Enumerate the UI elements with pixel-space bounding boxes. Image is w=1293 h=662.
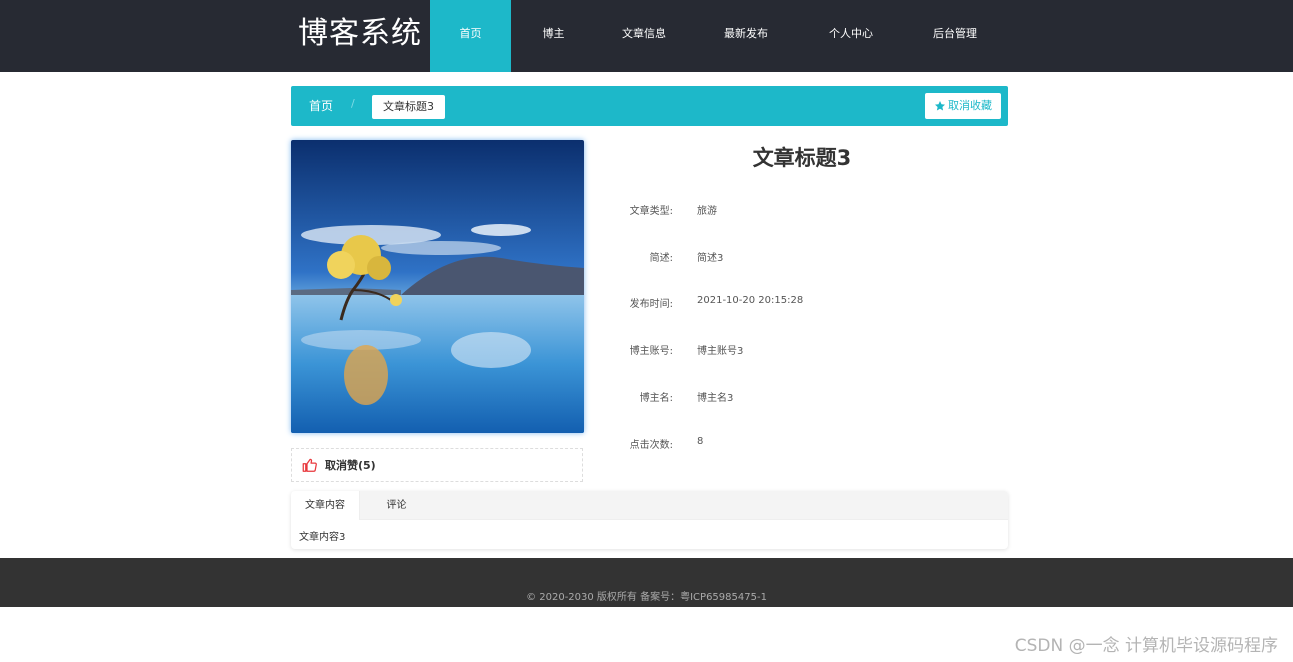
- field-label: 博主账号:: [629, 346, 673, 357]
- field-label: 文章类型:: [629, 206, 673, 217]
- nav-item-articles[interactable]: 文章信息: [596, 0, 692, 72]
- tab-comments[interactable]: 评论: [360, 491, 433, 520]
- article-title: 文章标题3: [752, 146, 852, 170]
- breadcrumb-current: 文章标题3: [372, 95, 445, 119]
- field-publish-time: 发布时间: 2021-10-20 20:15:28: [600, 295, 1020, 315]
- breadcrumb-separator: /: [351, 97, 355, 110]
- field-summary: 简述: 简述3: [600, 249, 1020, 269]
- unfavorite-button[interactable]: 取消收藏: [925, 93, 1001, 119]
- unfavorite-label: 取消收藏: [948, 99, 992, 112]
- breadcrumb: 首页 / 文章标题3 取消收藏: [291, 86, 1008, 126]
- watermark: CSDN @一念 计算机毕设源码程序: [1014, 636, 1278, 656]
- field-label: 简述:: [649, 253, 673, 264]
- main-nav: 首页 博主 文章信息 最新发布 个人中心 后台管理: [430, 0, 1008, 72]
- article-tabs: 文章内容 评论 文章内容3: [291, 491, 1008, 549]
- unlike-label: 取消赞(5): [325, 459, 376, 472]
- unlike-button[interactable]: 取消赞(5): [291, 448, 583, 482]
- footer-copyright: © 2020-2030 版权所有 备案号：粤ICP65985475-1: [526, 592, 767, 603]
- site-logo[interactable]: 博客系统: [298, 14, 422, 54]
- top-navbar: 博客系统 首页 博主 文章信息 最新发布 个人中心 后台管理: [0, 0, 1293, 72]
- nav-item-home[interactable]: 首页: [430, 0, 511, 72]
- field-label: 点击次数:: [629, 440, 673, 451]
- nav-item-latest[interactable]: 最新发布: [692, 0, 800, 72]
- field-click-count: 点击次数: 8: [600, 436, 1020, 456]
- field-value: 2021-10-20 20:15:28: [697, 295, 804, 306]
- field-value: 博主名3: [697, 393, 734, 404]
- field-value: 旅游: [697, 206, 717, 217]
- field-blogger-name: 博主名: 博主名3: [600, 389, 1020, 409]
- field-blogger-account: 博主账号: 博主账号3: [600, 342, 1020, 362]
- thumbs-up-icon: [302, 458, 317, 472]
- field-value: 博主账号3: [697, 346, 744, 357]
- field-value: 简述3: [697, 253, 724, 264]
- tab-header: 文章内容 评论: [291, 491, 1008, 520]
- article-image: [291, 140, 584, 433]
- field-article-type: 文章类型: 旅游: [600, 202, 1020, 222]
- field-label: 博主名:: [639, 393, 673, 404]
- nav-item-profile[interactable]: 个人中心: [800, 0, 902, 72]
- tab-content: 文章内容3: [299, 532, 346, 543]
- field-value: 8: [697, 436, 704, 447]
- breadcrumb-home-link[interactable]: 首页: [309, 97, 333, 114]
- star-icon: [935, 101, 945, 111]
- footer: © 2020-2030 版权所有 备案号：粤ICP65985475-1: [0, 558, 1293, 607]
- field-label: 发布时间:: [629, 299, 673, 310]
- nav-item-bloggers[interactable]: 博主: [511, 0, 596, 72]
- tab-article-content[interactable]: 文章内容: [291, 491, 360, 520]
- nav-item-admin[interactable]: 后台管理: [902, 0, 1008, 72]
